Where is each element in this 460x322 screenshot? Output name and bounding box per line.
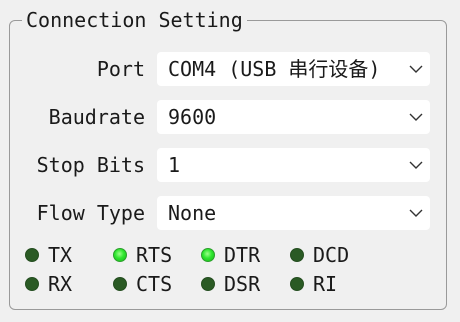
flow-type-value: None (168, 201, 217, 225)
tx-label: TX (48, 243, 73, 267)
flow-type-row: Flow Type None (0, 196, 440, 230)
chevron-down-icon (409, 65, 423, 73)
port-select[interactable]: COM4 (USB 串行设备) (157, 52, 430, 86)
port-label: Port (96, 57, 145, 81)
ri-label: RI (313, 272, 338, 296)
dtr-led (201, 248, 215, 262)
chevron-down-icon (409, 209, 423, 217)
chevron-down-icon (409, 113, 423, 121)
cts-label: CTS (136, 272, 173, 296)
ri-led (290, 277, 304, 291)
stop-bits-label: Stop Bits (36, 153, 145, 177)
flow-type-label: Flow Type (36, 201, 145, 225)
stop-bits-row: Stop Bits 1 (0, 148, 440, 182)
rts-led (113, 248, 127, 262)
port-value: COM4 (USB 串行设备) (168, 57, 381, 81)
baudrate-select[interactable]: 9600 (157, 100, 430, 134)
chevron-down-icon (409, 161, 423, 169)
dcd-label: DCD (313, 243, 350, 267)
tx-led (25, 248, 39, 262)
port-row: Port COM4 (USB 串行设备) (0, 52, 440, 86)
rx-led (25, 277, 39, 291)
rts-label: RTS (136, 243, 173, 267)
baudrate-row: Baudrate 9600 (0, 100, 440, 134)
baudrate-label: Baudrate (48, 105, 145, 129)
rx-label: RX (48, 272, 73, 296)
cts-led (113, 277, 127, 291)
dcd-led (290, 248, 304, 262)
baudrate-value: 9600 (168, 105, 217, 129)
stop-bits-select[interactable]: 1 (157, 148, 430, 182)
group-title: Connection Setting (22, 7, 247, 33)
dsr-led (201, 277, 215, 291)
stop-bits-value: 1 (168, 153, 181, 177)
flow-type-select[interactable]: None (157, 196, 430, 230)
dsr-label: DSR (224, 272, 261, 296)
dtr-label: DTR (224, 243, 261, 267)
